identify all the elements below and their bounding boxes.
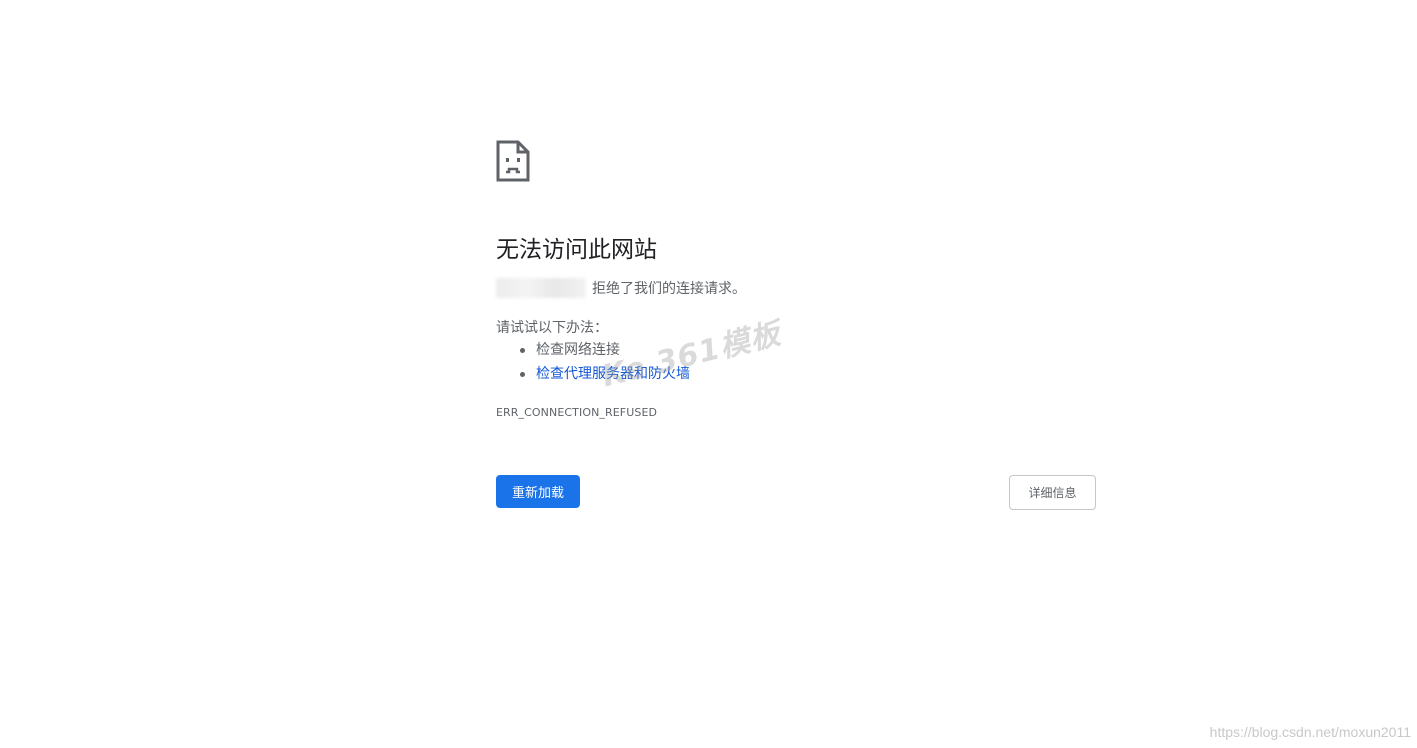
redacted-hostname [496, 278, 586, 298]
details-button[interactable]: 详细信息 [1009, 475, 1096, 510]
sad-page-icon [496, 140, 530, 182]
error-code: ERR_CONNECTION_REFUSED [496, 406, 658, 419]
suggestion-check-connection: 检查网络连接 [520, 340, 690, 364]
page-title: 无法访问此网站 [496, 237, 657, 263]
error-summary: 拒绝了我们的连接请求。 [496, 278, 746, 298]
error-summary-text: 拒绝了我们的连接请求。 [592, 281, 746, 297]
footer-watermark: https://blog.csdn.net/moxun2011 [1209, 724, 1411, 740]
suggestions-heading: 请试试以下办法： [496, 320, 608, 336]
suggestion-check-proxy-firewall[interactable]: 检查代理服务器和防火墙 [520, 364, 690, 388]
suggestions-list: 检查网络连接 检查代理服务器和防火墙 [520, 340, 690, 388]
check-proxy-firewall-link[interactable]: 检查代理服务器和防火墙 [536, 366, 690, 382]
reload-button[interactable]: 重新加载 [496, 475, 580, 508]
